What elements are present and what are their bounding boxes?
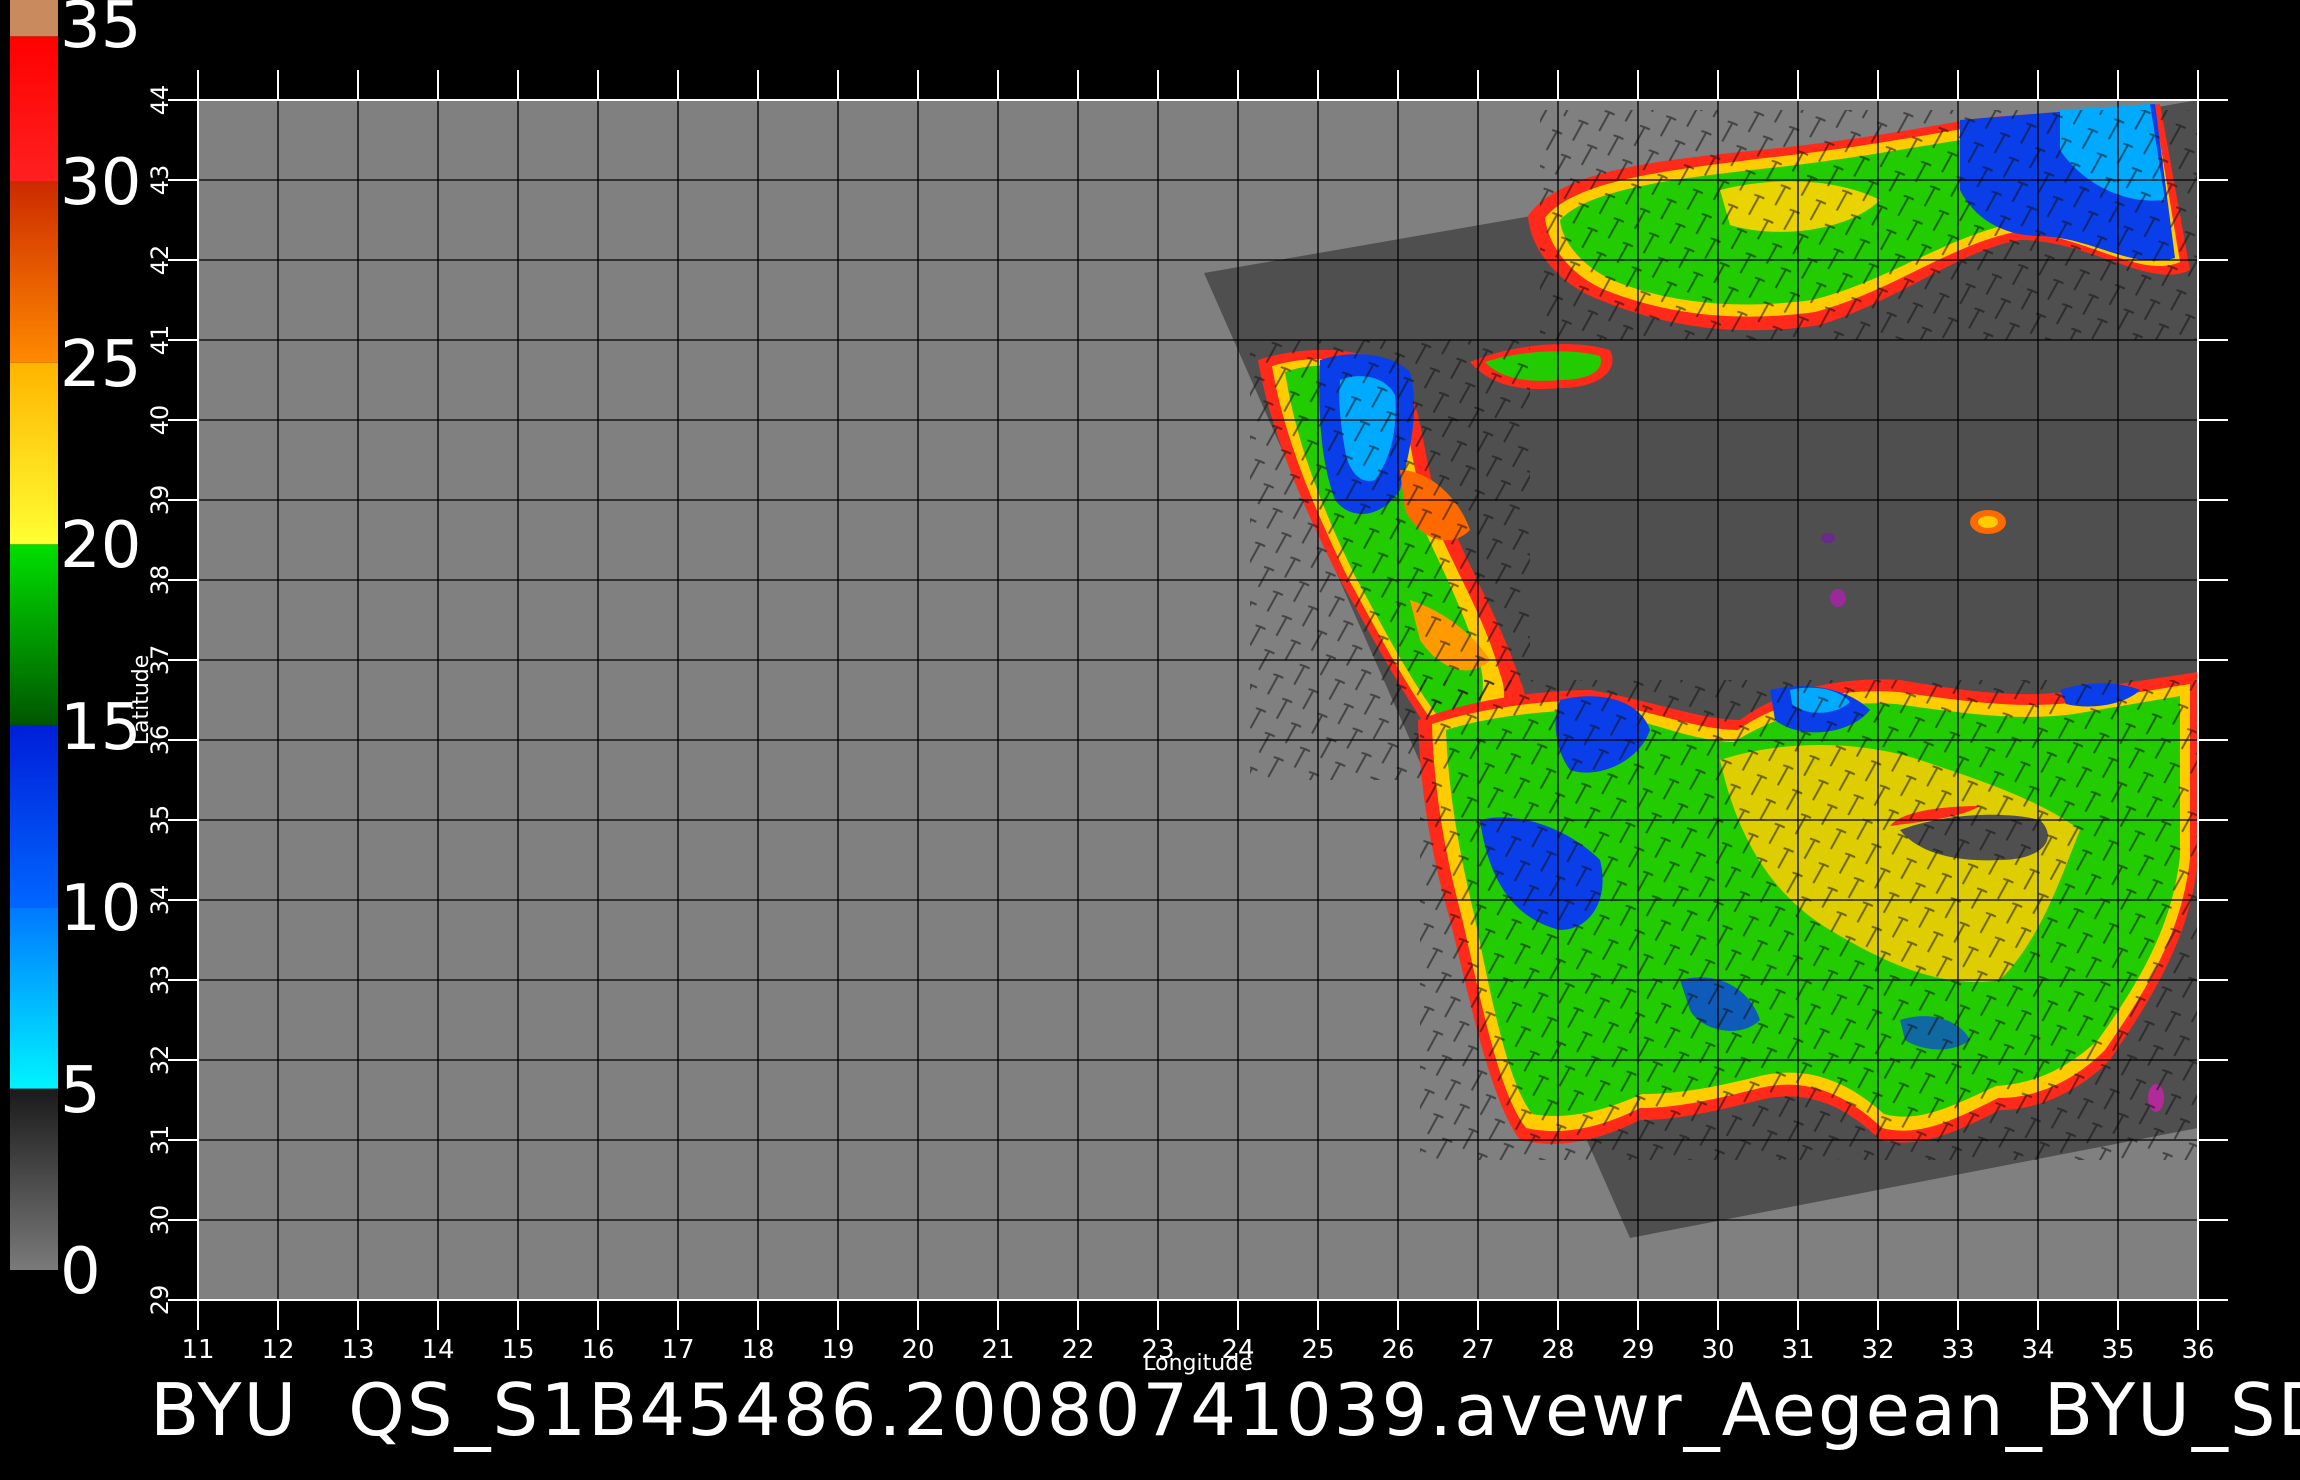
y-tick-label: 33 — [146, 965, 174, 996]
footer-caption: BYU QS_S1B45486.20080741039.avewr_Aegean_… — [150, 1368, 2300, 1452]
colorbar-label: 15 — [60, 690, 142, 765]
x-tick-label: 20 — [901, 1335, 934, 1365]
y-tick-label: 39 — [146, 485, 174, 516]
x-tick-label: 29 — [1621, 1335, 1654, 1365]
colorbar-label: 30 — [60, 146, 142, 221]
x-tick-label: 25 — [1301, 1335, 1334, 1365]
y-tick-label: 42 — [146, 245, 174, 276]
colorbar-band — [10, 907, 58, 1089]
x-tick-label: 14 — [421, 1335, 454, 1365]
y-tick-label: 40 — [146, 405, 174, 436]
x-tick-label: 36 — [2181, 1335, 2214, 1365]
colorbar-band — [10, 544, 58, 726]
wind-field-south — [1418, 672, 2200, 1160]
y-tick-label: 43 — [146, 165, 174, 196]
y-tick-label: 34 — [146, 885, 174, 916]
x-tick-label: 19 — [821, 1335, 854, 1365]
x-tick-label: 28 — [1541, 1335, 1574, 1365]
colorbar-label: 25 — [60, 327, 142, 402]
colorbar-band — [10, 181, 58, 363]
colorbar-label: 5 — [60, 1053, 101, 1128]
colorbar-label: 10 — [60, 872, 142, 947]
y-tick-label: 41 — [146, 325, 174, 356]
y-tick-label: 35 — [146, 805, 174, 836]
x-tick-label: 15 — [501, 1335, 534, 1365]
footer-filename: QS_S1B45486.20080741039.avewr_Aegean_BYU… — [348, 1368, 2300, 1452]
y-tick-label: 38 — [146, 565, 174, 596]
x-tick-label: 35 — [2101, 1335, 2134, 1365]
x-tick-label: 13 — [341, 1335, 374, 1365]
x-tick-label: 21 — [981, 1335, 1014, 1365]
wind-field-north — [1528, 104, 2200, 340]
colorbar-band — [10, 0, 58, 37]
colorbar-band — [10, 1088, 58, 1270]
x-tick-label: 22 — [1061, 1335, 1094, 1365]
x-tick-label: 33 — [1941, 1335, 1974, 1365]
x-tick-label: 17 — [661, 1335, 694, 1365]
y-tick-label: 31 — [146, 1125, 174, 1156]
wind-speed-map: 11 12 13 14 15 16 17 18 19 20 21 22 23 24 25 26 27 28 29 30… — [10, 0, 2228, 1376]
x-tick-label: 27 — [1461, 1335, 1494, 1365]
y-tick-label: 44 — [146, 85, 174, 116]
y-tick-label: 30 — [146, 1205, 174, 1236]
x-tick-label: 34 — [2021, 1335, 2054, 1365]
x-tick-label: 11 — [181, 1335, 214, 1365]
x-tick-label: 16 — [581, 1335, 614, 1365]
y-tick-label: 29 — [146, 1285, 174, 1316]
x-tick-label: 30 — [1701, 1335, 1734, 1365]
colorbar-band — [10, 36, 58, 182]
x-tick-label: 26 — [1381, 1335, 1414, 1365]
colorbar-label: 20 — [60, 509, 142, 584]
footer-prefix: BYU — [150, 1368, 299, 1452]
colorbar — [10, 0, 58, 1270]
x-tick-label: 18 — [741, 1335, 774, 1365]
colorbar-band — [10, 725, 58, 908]
x-tick-label: 12 — [261, 1335, 294, 1365]
x-tick-label: 31 — [1781, 1335, 1814, 1365]
x-tick-label: 32 — [1861, 1335, 1894, 1365]
y-tick-label: 32 — [146, 1045, 174, 1076]
colorbar-label: 0 — [60, 1235, 101, 1309]
colorbar-band — [10, 362, 58, 545]
colorbar-label: 35 — [60, 0, 142, 63]
